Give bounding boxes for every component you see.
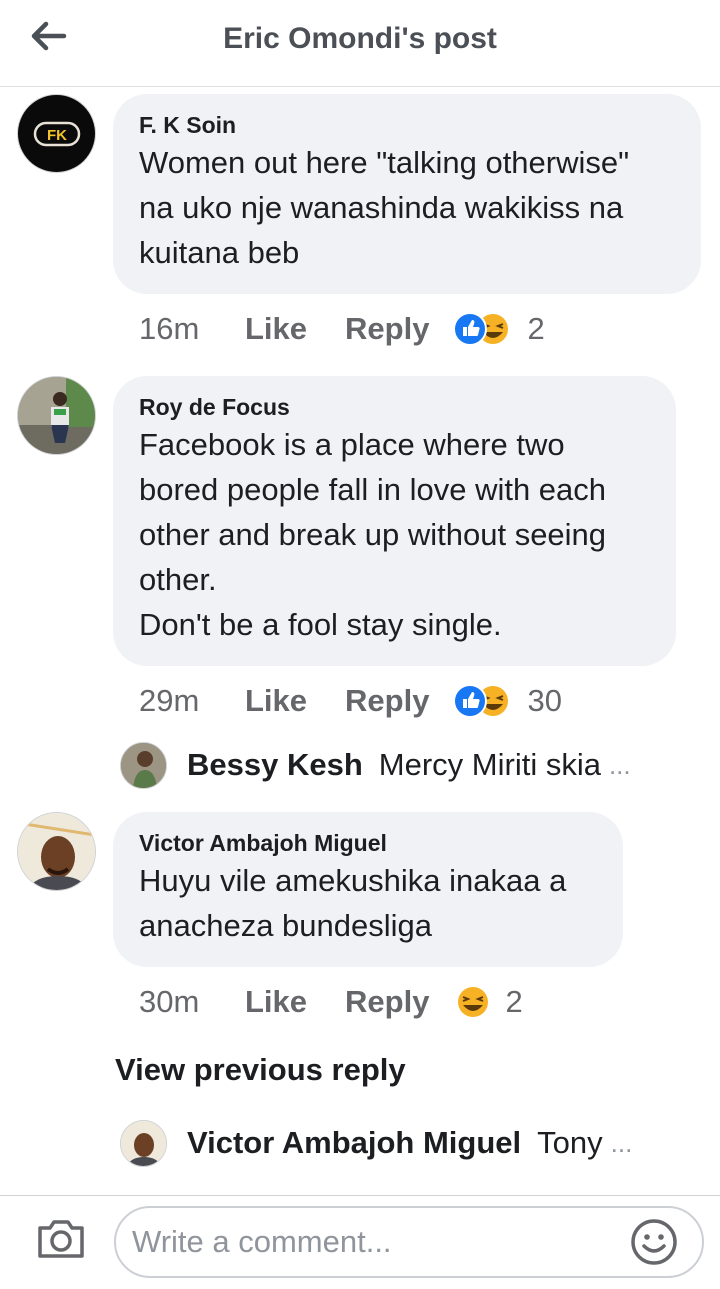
reply-author[interactable]: Bessy Kesh: [187, 747, 363, 783]
like-button[interactable]: Like: [245, 683, 307, 719]
reply-preview[interactable]: Victor Ambajoh Miguel Tony ...: [120, 1119, 633, 1167]
reply-button[interactable]: Reply: [345, 311, 429, 347]
comment-text: Women out here "talking otherwise" na uk…: [139, 145, 630, 270]
comment-author[interactable]: F. K Soin: [139, 112, 675, 138]
avatar[interactable]: FK: [17, 94, 96, 173]
avatar[interactable]: [17, 812, 96, 891]
reactions[interactable]: 30: [453, 683, 562, 719]
reply-ellipsis: ...: [610, 1127, 633, 1158]
comment-timestamp: 29m: [139, 683, 200, 718]
camera-icon[interactable]: [36, 1216, 86, 1265]
like-icon: [453, 684, 488, 718]
comment-bubble[interactable]: Roy de Focus Facebook is a place where t…: [113, 376, 676, 666]
avatar-logo-text: FK: [47, 127, 67, 144]
comment-input[interactable]: Write a comment...: [114, 1206, 704, 1278]
comment-author[interactable]: Victor Ambajoh Miguel: [139, 830, 597, 856]
reaction-count: 2: [505, 984, 523, 1019]
page-title: Eric Omondi's post: [223, 22, 497, 55]
avatar: [120, 741, 167, 789]
comment-input-placeholder: Write a comment...: [132, 1224, 392, 1259]
like-icon: [453, 312, 488, 346]
comment-actions: 30m Like Reply 2: [139, 982, 523, 1022]
avatar: [120, 1119, 167, 1167]
comment-timestamp: 16m: [139, 311, 200, 346]
reaction-count: 2: [527, 311, 545, 346]
haha-icon: [458, 987, 489, 1017]
comment-text: Huyu vile amekushika inakaa a anacheza b…: [139, 863, 567, 943]
view-previous-reply-link[interactable]: View previous reply: [115, 1052, 406, 1088]
reply-preview[interactable]: Bessy Kesh Mercy Miriti skia ...: [120, 741, 631, 789]
reply-text: Mercy Miriti skia: [378, 747, 601, 782]
comment-composer: Write a comment...: [0, 1195, 720, 1289]
comment-timestamp: 30m: [139, 984, 200, 1019]
reply-button[interactable]: Reply: [345, 683, 429, 719]
reply-author[interactable]: Victor Ambajoh Miguel: [187, 1125, 521, 1161]
comment-bubble[interactable]: Victor Ambajoh Miguel Huyu vile amekushi…: [113, 812, 623, 967]
avatar[interactable]: [17, 376, 96, 455]
comment-actions: 16m Like Reply 2: [139, 309, 545, 349]
reaction-count: 30: [527, 683, 562, 718]
like-button[interactable]: Like: [245, 311, 307, 347]
reactions[interactable]: 2: [453, 984, 523, 1020]
reply-ellipsis: ...: [608, 749, 631, 780]
reply-button[interactable]: Reply: [345, 984, 429, 1020]
comment-actions: 29m Like Reply 30: [139, 681, 562, 721]
comment-bubble[interactable]: F. K Soin Women out here "talking otherw…: [113, 94, 701, 294]
comment-author[interactable]: Roy de Focus: [139, 394, 650, 420]
like-button[interactable]: Like: [245, 984, 307, 1020]
reply-text: Tony: [537, 1125, 603, 1160]
comment-text: Facebook is a place where two bored peop…: [139, 427, 607, 642]
reactions[interactable]: 2: [453, 311, 545, 347]
smiley-icon[interactable]: [630, 1218, 678, 1271]
header-bar: Eric Omondi's post: [0, 0, 720, 87]
